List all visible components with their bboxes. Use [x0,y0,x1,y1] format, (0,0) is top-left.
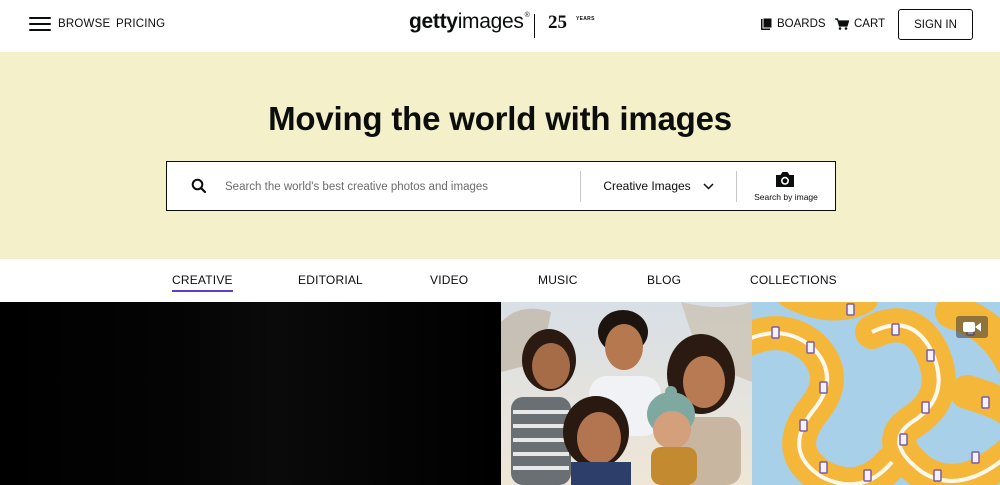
family-photo-image [501,302,752,485]
boards-label: BOARDS [777,18,826,30]
anniversary-number: 25 [548,12,567,33]
menu-line [29,17,51,19]
sign-in-button[interactable]: SIGN IN [898,9,973,40]
pricing-link[interactable]: PRICING [116,18,165,30]
image-gallery [0,302,1000,485]
tab-editorial[interactable]: EDITORIAL [298,273,363,287]
search-input[interactable] [225,172,565,202]
site-header: BROWSE PRICING gettyimages® 25 YEARS BOA… [0,0,1000,52]
anniversary-years: YEARS [576,16,595,22]
image-type-dropdown[interactable]: Creative Images [581,162,736,210]
hero-title: Moving the world with images [268,100,732,137]
menu-line [29,23,51,25]
search-bar: Creative Images Search by image [166,161,836,211]
cart-button[interactable]: CART [835,17,885,31]
hamburger-menu-icon[interactable] [29,16,51,32]
gallery-tile-dark-video[interactable] [0,302,501,485]
cart-label: CART [854,18,886,30]
tab-blog[interactable]: BLOG [647,273,681,287]
tab-collections[interactable]: COLLECTIONS [750,273,837,287]
tab-video[interactable]: VIDEO [430,273,468,287]
camera-icon [776,172,794,187]
search-by-image-label: Search by image [754,192,818,202]
tab-creative[interactable]: CREATIVE [172,273,233,292]
boards-icon [761,18,772,30]
logo-part-getty: getty [409,10,458,33]
getty-images-logo[interactable]: gettyimages® [409,10,530,34]
video-camera-icon [956,316,988,338]
gallery-tile-film-track-video[interactable] [752,302,1000,485]
tab-music[interactable]: MUSIC [538,273,578,287]
boards-button[interactable]: BOARDS [761,17,826,31]
video-camera-glyph [963,322,981,332]
hero-section: Moving the world with images Creative Im… [0,52,1000,259]
cart-icon [835,18,849,30]
search-icon[interactable] [191,178,207,194]
gallery-tile-family-photo[interactable] [501,302,752,485]
chevron-down-icon [703,182,714,190]
search-by-image-button[interactable]: Search by image [737,162,835,210]
browse-link[interactable]: BROWSE [58,18,110,30]
logo-part-images: images [457,10,524,33]
dropdown-value: Creative Images [603,179,691,193]
content-tabs: CREATIVE EDITORIAL VIDEO MUSIC BLOG COLL… [0,259,1000,302]
logo-registered-mark: ® [524,12,530,19]
menu-line [29,29,51,31]
logo-divider [534,14,535,38]
